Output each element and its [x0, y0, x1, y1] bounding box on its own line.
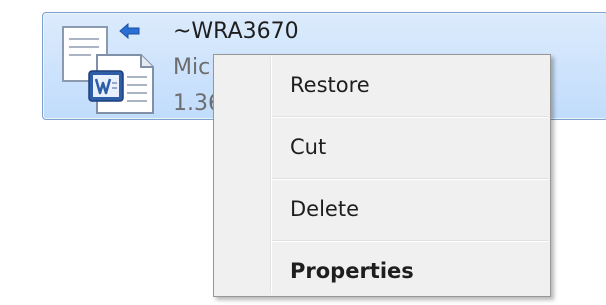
restore-arrow-icon: [119, 23, 140, 39]
file-type-visible-start: Mic: [173, 55, 211, 80]
recycle-bin-view: ~WRA3670 Micent 1.36 Restore Cut Delete …: [0, 0, 606, 305]
menu-item-restore[interactable]: Restore: [216, 59, 548, 111]
menu-item-properties[interactable]: Properties: [216, 245, 548, 297]
menu-separator: [272, 240, 548, 241]
file-name: ~WRA3670: [173, 19, 299, 44]
menu-item-delete[interactable]: Delete: [216, 183, 548, 235]
word-document-icon: [62, 26, 154, 114]
menu-item-cut[interactable]: Cut: [216, 121, 548, 173]
menu-separator: [272, 178, 548, 179]
context-menu: Restore Cut Delete Properties: [213, 54, 551, 297]
menu-separator: [272, 116, 548, 117]
